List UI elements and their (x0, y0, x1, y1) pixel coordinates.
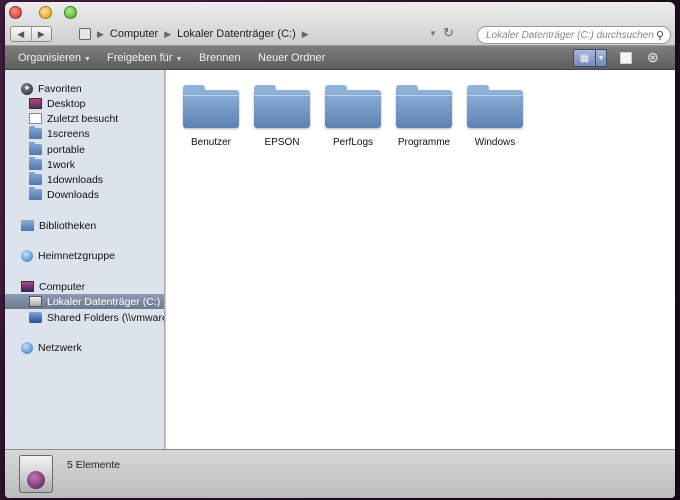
windows-logo-icon (27, 471, 45, 489)
folder-icon (254, 85, 310, 128)
minimize-window-button[interactable] (39, 6, 52, 19)
drive-icon (19, 455, 53, 493)
folder-label: Windows (474, 137, 516, 148)
search-icon[interactable]: ⚲ (656, 29, 664, 42)
explorer-window: ◀ ▶ ▶ Computer ▶ Lokaler Datenträger (C:… (5, 2, 675, 498)
folder-item[interactable]: Benutzer (175, 85, 247, 148)
sidebar-item-shared-folders[interactable]: Shared Folders (\\vmware-ho (29, 310, 164, 325)
folder-icon (467, 85, 523, 128)
sidebar-item-local-disk[interactable]: Lokaler Datenträger (C:) (5, 294, 164, 309)
sidebar-item-computer[interactable]: Computer (21, 279, 85, 294)
folder-icon (325, 85, 381, 128)
chevron-down-icon: ▼ (83, 56, 91, 63)
folder-icon (29, 142, 42, 155)
computer-icon (21, 281, 34, 292)
computer-icon (79, 28, 91, 40)
sidebar-item-1screens[interactable]: 1screens (29, 126, 90, 141)
folder-label: Benutzer (190, 137, 232, 148)
navigation-buttons: ◀ ▶ (10, 26, 52, 42)
sidebar-item-label: Lokaler Datenträger (C:) (47, 295, 161, 308)
libraries-icon (21, 220, 34, 231)
item-count: 5 Elemente (67, 459, 121, 471)
sidebar-item-libraries[interactable]: Bibliotheken (21, 218, 96, 233)
folder-icon (396, 85, 452, 128)
sidebar-item-favorites[interactable]: ★ Favoriten (21, 81, 82, 96)
sidebar-item-homegroup[interactable]: Heimnetzgruppe (21, 248, 115, 263)
back-button[interactable]: ◀ (11, 27, 32, 41)
folder-label: EPSON (264, 137, 300, 148)
organize-button[interactable]: Organisieren ▼ (18, 52, 91, 64)
organize-label: Organisieren (18, 52, 81, 64)
sidebar-item-label: Downloads (47, 188, 99, 201)
breadcrumb-drive[interactable]: Lokaler Datenträger (C:) (177, 28, 296, 40)
search-input[interactable]: Lokaler Datenträger (C:) durchsuchen ⚲ (477, 26, 671, 44)
folder-item[interactable]: PerfLogs (317, 85, 389, 148)
preview-pane-button[interactable] (620, 52, 632, 64)
folder-label: PerfLogs (332, 137, 374, 148)
forward-button[interactable]: ▶ (32, 27, 52, 41)
sidebar-item-label: Heimnetzgruppe (38, 249, 116, 262)
chevron-right-icon[interactable]: ▶ (302, 29, 309, 40)
share-label: Freigeben für (107, 52, 173, 64)
sidebar-item-label: 1downloads (47, 173, 104, 186)
sidebar-item-recent[interactable]: Zuletzt besucht (29, 111, 118, 126)
sidebar-item-downloads[interactable]: Downloads (29, 187, 99, 202)
sidebar-item-portable[interactable]: portable (29, 142, 85, 157)
sidebar-item-label: Zuletzt besucht (47, 112, 119, 125)
folder-icon (29, 172, 42, 185)
chevron-right-icon[interactable]: ▶ (164, 29, 171, 40)
view-icon[interactable]: ▦ (574, 50, 596, 66)
sidebar-item-label: portable (47, 143, 85, 156)
sidebar-item-desktop[interactable]: Desktop (29, 96, 86, 111)
help-icon[interactable]: ⊛ (647, 49, 659, 66)
folder-icon (29, 126, 42, 139)
navigation-pane: ★ Favoriten Desktop Zuletzt besucht 1scr… (5, 70, 165, 449)
favorites-icon: ★ (21, 82, 33, 95)
folder-item[interactable]: EPSON (246, 85, 318, 148)
breadcrumb: ▶ Computer ▶ Lokaler Datenträger (C:) ▶ (79, 26, 309, 42)
details-pane: 5 Elemente (5, 449, 675, 498)
change-view-button[interactable]: ▦ ▼ (573, 49, 607, 67)
drive-icon (29, 296, 42, 307)
sidebar-item-label: Favoriten (38, 82, 82, 95)
folder-icon (29, 157, 42, 170)
homegroup-icon (21, 249, 33, 262)
breadcrumb-computer[interactable]: Computer (110, 28, 158, 40)
sidebar-item-network[interactable]: Netzwerk (21, 340, 82, 355)
close-window-button[interactable] (9, 6, 22, 19)
chevron-down-icon: ▼ (175, 56, 183, 63)
sidebar-item-1downloads[interactable]: 1downloads (29, 172, 103, 187)
command-bar: Organisieren ▼ Freigeben für ▼ Brennen Neu… (5, 46, 675, 70)
folder-item[interactable]: Windows (459, 85, 531, 148)
shared-folder-icon (29, 312, 42, 323)
folder-icon (29, 187, 42, 200)
folder-label: Programme (397, 137, 451, 148)
file-list: Benutzer EPSON PerfLogs Programme Window… (166, 70, 675, 449)
search-placeholder: Lokaler Datenträger (C:) durchsuchen (486, 30, 654, 41)
new-folder-button[interactable]: Neuer Ordner (258, 52, 325, 64)
desktop-icon (29, 98, 42, 109)
burn-button[interactable]: Brennen (199, 52, 241, 64)
title-bar: ◀ ▶ ▶ Computer ▶ Lokaler Datenträger (C:… (5, 2, 675, 46)
sidebar-item-label: 1screens (47, 127, 90, 140)
network-icon (21, 341, 33, 354)
maximize-window-button[interactable] (64, 6, 77, 19)
recent-places-icon (29, 113, 42, 124)
address-dropdown-icon[interactable]: ▼ (429, 29, 437, 38)
sidebar-item-label: 1work (47, 158, 76, 171)
refresh-icon[interactable]: ↻ (443, 25, 454, 41)
folder-icon (183, 85, 239, 128)
chevron-right-icon[interactable]: ▶ (97, 29, 104, 40)
share-with-button[interactable]: Freigeben für ▼ (107, 52, 182, 64)
sidebar-item-label: Bibliotheken (39, 219, 97, 232)
sidebar-item-1work[interactable]: 1work (29, 157, 75, 172)
sidebar-item-label: Computer (39, 280, 86, 293)
chevron-down-icon[interactable]: ▼ (596, 50, 606, 66)
folder-item[interactable]: Programme (388, 85, 460, 148)
sidebar-item-label: Desktop (47, 97, 86, 110)
sidebar-item-label: Netzwerk (38, 341, 82, 354)
sidebar-item-label: Shared Folders (\\vmware-ho (47, 311, 164, 324)
